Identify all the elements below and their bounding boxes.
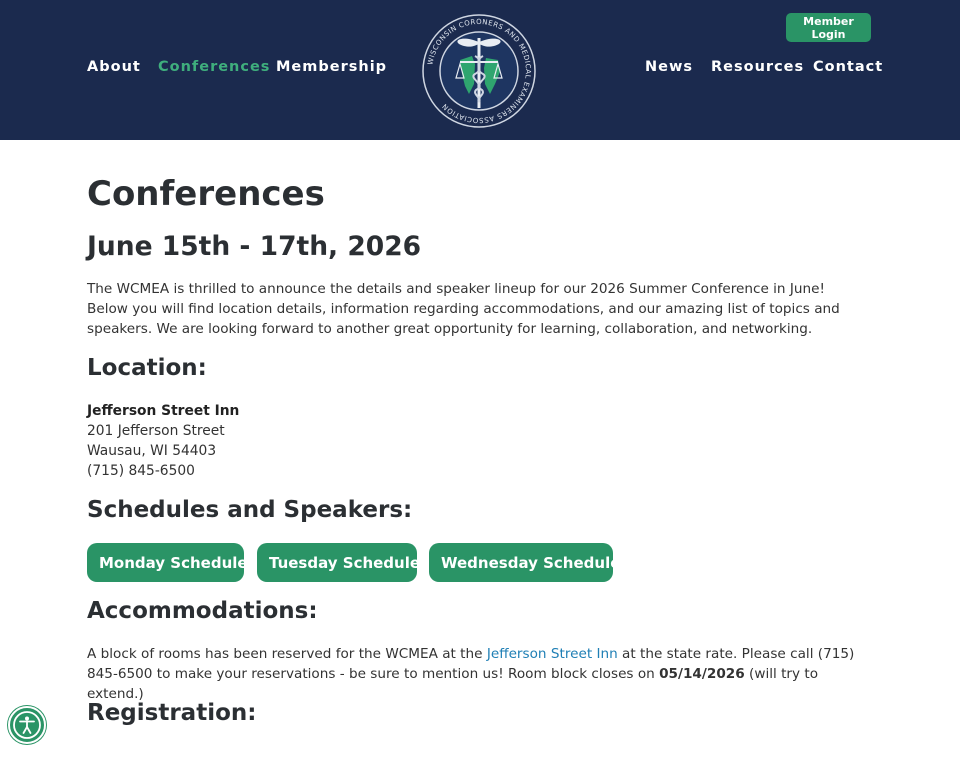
- venue-city: Wausau, WI 54403: [87, 443, 217, 459]
- wednesday-schedule-button[interactable]: Wednesday Schedule: [429, 543, 620, 582]
- conference-date: June 15th - 17th, 2026: [87, 231, 422, 262]
- site-header: About Conferences Membership WISCONSIN C…: [0, 0, 960, 140]
- schedules-heading: Schedules and Speakers:: [87, 497, 413, 523]
- monday-schedule-button[interactable]: Monday Schedule: [87, 543, 248, 582]
- accessibility-button[interactable]: [8, 706, 46, 744]
- nav-about[interactable]: About: [87, 59, 141, 75]
- hotel-link[interactable]: Jefferson Street Inn: [487, 646, 618, 662]
- accommodations-heading: Accommodations:: [87, 598, 318, 624]
- accommodations-text-part: A block of rooms has been reserved for t…: [87, 646, 487, 662]
- accessibility-icon: [13, 711, 41, 739]
- venue-name: Jefferson Street Inn: [87, 403, 240, 419]
- venue-street: 201 Jefferson Street: [87, 423, 225, 439]
- nav-contact[interactable]: Contact: [813, 59, 883, 75]
- registration-heading: Registration:: [87, 700, 257, 726]
- accommodations-paragraph: A block of rooms has been reserved for t…: [87, 644, 877, 704]
- intro-paragraph: The WCMEA is thrilled to announce the de…: [87, 281, 840, 337]
- member-login-button[interactable]: Member Login: [786, 13, 871, 42]
- room-block-close-date: 05/14/2026: [659, 666, 745, 682]
- page-title: Conferences: [87, 174, 325, 214]
- association-logo[interactable]: WISCONSIN CORONERS AND MEDICAL EXAMINERS…: [420, 12, 538, 130]
- nav-news[interactable]: News: [645, 59, 693, 75]
- location-heading: Location:: [87, 355, 207, 381]
- tuesday-schedule-button[interactable]: Tuesday Schedule: [257, 543, 420, 582]
- nav-resources[interactable]: Resources: [711, 59, 804, 75]
- nav-conferences[interactable]: Conferences: [158, 59, 270, 75]
- association-seal-logo: WISCONSIN CORONERS AND MEDICAL EXAMINERS…: [422, 14, 536, 128]
- venue-phone: (715) 845-6500: [87, 463, 195, 479]
- nav-membership[interactable]: Membership: [276, 59, 387, 75]
